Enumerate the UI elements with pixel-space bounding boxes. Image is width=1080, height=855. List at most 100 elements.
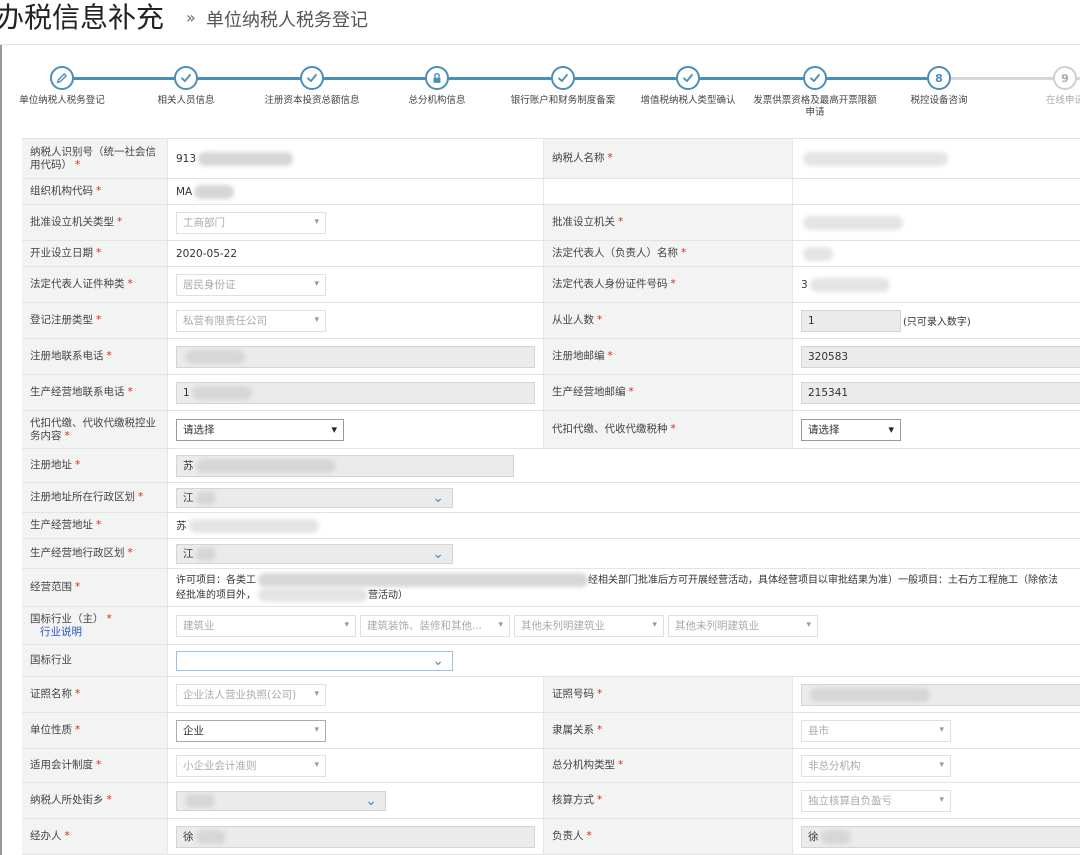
- field-value: 建筑业 建筑装饰、装修和其他... 其他未列明建筑业 其他未列明建筑业: [167, 607, 1080, 644]
- field-label: 单位性质 *: [22, 713, 167, 748]
- form-row: 单位性质* 企业 隶属关系* 县市: [22, 713, 1080, 749]
- step-1[interactable]: 单位纳税人税务登记: [0, 66, 132, 107]
- field-value: 请选择: [167, 411, 544, 448]
- step-5[interactable]: 银行账户和财务制度备案: [493, 66, 633, 107]
- field-label: 从业人数 *: [544, 303, 792, 338]
- field-value: 居民身份证: [167, 267, 544, 302]
- national-industry-select[interactable]: [176, 650, 453, 671]
- field-label: 代扣代缴、代收代缴税控业务内容 *: [22, 411, 167, 448]
- form-row: 纳税人识别号（统一社会信用代码） * 913 纳税人名称 *: [22, 139, 1080, 179]
- field-value: 请选择: [792, 411, 1080, 448]
- registered-address-input[interactable]: 苏: [176, 454, 514, 477]
- check-icon: [551, 66, 575, 90]
- empty-cell: [544, 179, 792, 204]
- field-label: 组织机构代码 *: [22, 179, 167, 204]
- field-label: 生产经营地址 *: [22, 513, 167, 538]
- accounting-method-select[interactable]: 独立核算自负盈亏: [801, 789, 951, 812]
- check-icon: [300, 66, 324, 90]
- step-8[interactable]: 8 税控设备咨询: [869, 66, 1009, 107]
- field-value: [167, 783, 544, 818]
- field-label: 注册地址所在行政区划 *: [22, 483, 167, 512]
- industry-medium-select[interactable]: 其他未列明建筑业: [514, 614, 664, 637]
- page-header: 办税信息补充 » 单位纳税人税务登记: [0, 0, 1080, 44]
- industry-help-link[interactable]: 行业说明: [40, 626, 112, 639]
- field-value: 独立核算自负盈亏: [792, 783, 1080, 818]
- field-value: 企业法人营业执照(公司): [167, 677, 544, 712]
- industry-category-select[interactable]: 建筑业: [176, 614, 356, 637]
- form-row: 生产经营地联系电话 * 1 生产经营地邮编 * 215341: [22, 375, 1080, 411]
- business-phone-input[interactable]: 1: [176, 381, 535, 404]
- withholding-business-select[interactable]: 请选择: [176, 418, 344, 441]
- step-label: 相关人员信息: [157, 95, 215, 106]
- field-label: 登记注册类型 *: [22, 303, 167, 338]
- employee-count-hint: (只可录入数字): [903, 317, 971, 328]
- field-value: [792, 677, 1080, 712]
- step-7[interactable]: 发票供票资格及最高开票限额申请: [745, 66, 885, 119]
- step-label: 增值税纳税人类型确认: [640, 95, 736, 106]
- form-row: 证照名称* 企业法人营业执照(公司) 证照号码*: [22, 677, 1080, 713]
- taxpayer-id-value: 913: [167, 139, 544, 178]
- field-label: 批准设立机关类型 *: [22, 205, 167, 240]
- field-label: 证照号码 *: [544, 677, 792, 712]
- step-label: 单位纳税人税务登记: [19, 95, 105, 106]
- employee-count-input[interactable]: 1: [801, 309, 901, 332]
- step-2[interactable]: 相关人员信息: [116, 66, 256, 107]
- license-name-select[interactable]: 企业法人营业执照(公司): [176, 683, 326, 706]
- step-number-badge: 8: [927, 66, 951, 90]
- accounting-standard-select[interactable]: 小企业会计准则: [176, 754, 326, 777]
- business-postcode-input[interactable]: 215341: [801, 381, 1080, 404]
- step-6[interactable]: 增值税纳税人类型确认: [618, 66, 758, 107]
- form-row: 注册地址 * 苏: [22, 449, 1080, 483]
- registered-phone-input[interactable]: [176, 345, 535, 368]
- legal-rep-id-value: 3: [792, 267, 1080, 302]
- breadcrumb-separator: »: [186, 8, 196, 27]
- field-label: 注册地址 *: [22, 449, 167, 482]
- form-row: 注册地址所在行政区划 * 江: [22, 483, 1080, 513]
- field-value: 320583: [792, 339, 1080, 374]
- step-number-badge: 9: [1053, 66, 1077, 90]
- handler-name-input[interactable]: 徐: [176, 825, 535, 848]
- business-region-select[interactable]: 江: [176, 543, 453, 564]
- field-label: 负责人 *: [544, 819, 792, 854]
- field-label: 纳税人所处街乡 *: [22, 783, 167, 818]
- field-label: 适用会计制度 *: [22, 749, 167, 782]
- branch-type-select[interactable]: 非总分机构: [801, 754, 951, 777]
- header-divider: [0, 44, 1080, 45]
- subdistrict-select[interactable]: [176, 790, 386, 811]
- page-subtitle: 单位纳税人税务登记: [206, 10, 368, 31]
- step-4[interactable]: 总分机构信息: [367, 66, 507, 107]
- entity-nature-select[interactable]: 企业: [176, 719, 326, 742]
- taxpayer-name-value: [792, 139, 1080, 178]
- responsible-person-input[interactable]: 徐: [801, 825, 1080, 848]
- field-label: 纳税人识别号（统一社会信用代码） *: [22, 139, 167, 178]
- affiliation-select[interactable]: 县市: [801, 719, 951, 742]
- form-row: 代扣代缴、代收代缴税控业务内容* 请选择 代扣代缴、代收代缴税种* 请选择: [22, 411, 1080, 449]
- industry-major-select[interactable]: 建筑装饰、装修和其他...: [360, 614, 510, 637]
- field-label: 注册地邮编 *: [544, 339, 792, 374]
- edit-icon: [50, 66, 74, 90]
- field-value: 非总分机构: [792, 749, 1080, 782]
- industry-minor-select[interactable]: 其他未列明建筑业: [668, 614, 818, 637]
- form-row: 适用会计制度* 小企业会计准则 总分机构类型* 非总分机构: [22, 749, 1080, 783]
- approval-authority-value: [792, 205, 1080, 240]
- withholding-tax-type-select[interactable]: 请选择: [801, 418, 901, 441]
- field-label: 国标行业（主） * 行业说明: [22, 607, 167, 644]
- license-number-input[interactable]: [801, 683, 1080, 706]
- approval-authority-type-select[interactable]: 工商部门: [176, 211, 326, 234]
- step-3[interactable]: 注册资本投资总额信息: [242, 66, 382, 107]
- field-value: 私营有限责任公司: [167, 303, 544, 338]
- field-value: 苏: [167, 449, 1080, 482]
- progress-stepper: 单位纳税人税务登记 相关人员信息 注册资本投资总额信息 总分机构信息 银行账户和…: [0, 62, 1080, 118]
- registration-type-select[interactable]: 私营有限责任公司: [176, 309, 326, 332]
- field-label: 纳税人名称 *: [544, 139, 792, 178]
- field-label: 隶属关系 *: [544, 713, 792, 748]
- step-9[interactable]: 9 在线申请: [995, 66, 1080, 107]
- lock-icon: [425, 66, 449, 90]
- step-label: 税控设备咨询: [910, 95, 968, 106]
- step-label: 总分机构信息: [408, 95, 466, 106]
- id-type-select[interactable]: 居民身份证: [176, 273, 326, 296]
- registered-postcode-input[interactable]: 320583: [801, 345, 1080, 368]
- registered-region-select[interactable]: 江: [176, 487, 453, 508]
- business-scope-value: 许可项目：各类工 经相关部门批准后方可开展经营活动，具体经营项目以审批结果为准）一…: [167, 569, 1080, 606]
- business-address-value: 苏: [167, 513, 1080, 538]
